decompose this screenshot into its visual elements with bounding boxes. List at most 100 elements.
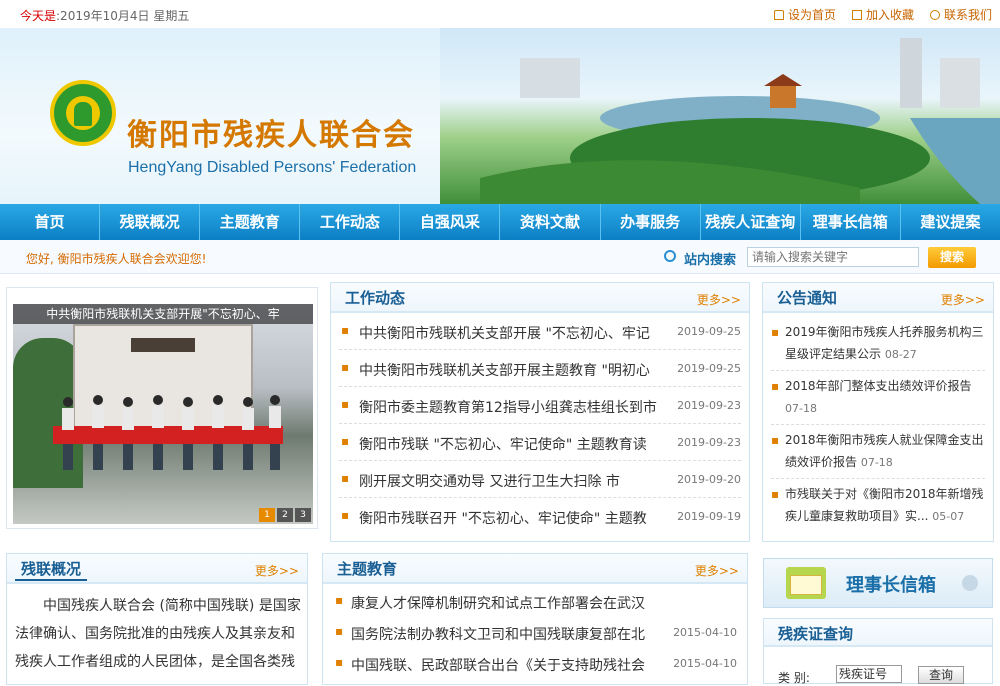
cert-type-label: 类 别: <box>778 671 810 685</box>
notice-title-line1[interactable]: 2019年衡阳市残疾人托养服务机构三 <box>785 325 984 339</box>
nav-work-news[interactable]: 工作动态 <box>300 204 401 240</box>
cert-type-select[interactable]: 残疾证号 <box>836 665 902 683</box>
slide-photo[interactable] <box>13 304 313 524</box>
list-item[interactable]: ▪ 中共衡阳市残联机关支部开展 "不忘初心、牢记 2019-09-25 <box>339 313 741 350</box>
nav-cert-query[interactable]: 残疾人证查询 <box>701 204 801 240</box>
cert-query-button[interactable]: 查询 <box>918 666 964 684</box>
nav-suggestions[interactable]: 建议提案 <box>901 204 1000 240</box>
add-favorite-label: 加入收藏 <box>865 8 914 22</box>
search-button[interactable]: 搜索 <box>928 247 976 268</box>
news-slideshow[interactable]: 中共衡阳市残联机关支部开展"不忘初心、牢 1 2 3 <box>6 287 318 529</box>
nav-home[interactable]: 首页 <box>0 204 101 240</box>
overview-text: 中国残疾人联合会 (简称中国残联) 是国家 法律确认、国务院批准的由残疾人及其亲… <box>7 584 307 676</box>
news-title[interactable]: 衡阳市残联 "不忘初心、牢记使命" 主题教育读 <box>359 434 659 454</box>
news-title[interactable]: 衡阳市委主题教育第12指导小组龚志桂组长到市 <box>359 397 659 417</box>
news-title[interactable]: 中共衡阳市残联机关支部开展 "不忘初心、牢记 <box>359 323 659 343</box>
nav-theme-education[interactable]: 主题教育 <box>200 204 301 240</box>
notice-title-line2[interactable]: 绩效评价报告 <box>785 455 857 469</box>
bullet-icon: ▪ <box>771 487 780 501</box>
list-item[interactable]: ▪ 中共衡阳市残联机关支部开展主题教育 "明初心 2019-09-25 <box>339 350 741 387</box>
overview-more-link[interactable]: 更多>> <box>255 562 299 579</box>
notice-date: 08-27 <box>884 348 917 361</box>
add-favorite-link[interactable]: 加入收藏 <box>851 6 914 23</box>
list-item[interactable]: ▪ 刚开展文明交通劝导 又进行卫生大扫除 市 2019-09-20 <box>339 461 741 498</box>
list-item[interactable]: ▪ 2018年部门整体支出绩效评价报告 07-18 <box>771 371 985 425</box>
news-title[interactable]: 刚开展文明交通劝导 又进行卫生大扫除 市 <box>359 471 659 491</box>
theme-title[interactable]: 中国残联、民政部联合出台《关于支持助残社会 <box>351 655 651 675</box>
news-title[interactable]: 衡阳市残联召开 "不忘初心、牢记使命" 主题教 <box>359 508 659 528</box>
date-label: 今天是 <box>20 9 57 23</box>
site-title-cn: 衡阳市残疾人联合会 <box>127 118 415 153</box>
set-homepage-label: 设为首页 <box>787 8 836 22</box>
work-news-panel: 工作动态 更多>> ▪ 中共衡阳市残联机关支部开展 "不忘初心、牢记 2019-09… <box>330 282 750 542</box>
slide-caption[interactable]: 中共衡阳市残联机关支部开展"不忘初心、牢 <box>13 304 313 324</box>
contact-us-label: 联系我们 <box>943 8 992 22</box>
director-mailbox-label: 理事长信箱 <box>846 575 936 596</box>
overview-panel: 残联概况 更多>> 中国残疾人联合会 (简称中国残联) 是国家 法律确认、国务院… <box>6 553 308 685</box>
people-group-drawing <box>62 395 281 470</box>
theme-date: 2015-04-10 <box>673 626 737 639</box>
list-item[interactable]: ▪ 衡阳市残联 "不忘初心、牢记使命" 主题教育读 2019-09-23 <box>339 424 741 461</box>
theme-title[interactable]: 康复人才保障机制研究和试点工作部署会在武汉 <box>351 593 651 613</box>
list-item[interactable]: ▪ 国务院法制办教科文卫司和中国残联康复部在北 2015-04-10 <box>333 617 737 648</box>
search-label: 站内搜索 <box>664 249 736 268</box>
news-title[interactable]: 中共衡阳市残联机关支部开展主题教育 "明初心 <box>359 360 659 380</box>
nav-self-improvement[interactable]: 自强风采 <box>400 204 501 240</box>
list-item[interactable]: ▪ 2018年衡阳市残疾人就业保障金支出 绩效评价报告 07-18 <box>771 425 985 479</box>
bullet-icon: ▪ <box>771 433 780 447</box>
set-homepage-link[interactable]: 设为首页 <box>773 6 836 23</box>
overview-title: 残联概况 <box>15 558 88 581</box>
home-icon <box>773 10 784 20</box>
notice-title-line2[interactable]: 疾儿童康复救助项目》实... <box>785 509 928 523</box>
nav-director-mailbox[interactable]: 理事长信箱 <box>801 204 901 240</box>
work-news-more-link[interactable]: 更多>> <box>697 291 741 308</box>
bullet-icon: ▪ <box>341 360 350 374</box>
list-item[interactable]: ▪ 衡阳市委主题教育第12指导小组龚志桂组长到市 2019-09-23 <box>339 387 741 424</box>
search-input[interactable] <box>747 247 919 267</box>
theme-education-more-link[interactable]: 更多>> <box>695 562 739 579</box>
slide-page-1[interactable]: 1 <box>259 508 275 522</box>
city-panorama-image <box>440 28 1000 204</box>
theme-title[interactable]: 国务院法制办教科文卫司和中国残联康复部在北 <box>351 624 651 644</box>
notice-title-line1[interactable]: 市残联关于对《衡阳市2018年新增残 <box>785 487 984 501</box>
welcome-text: 您好, 衡阳市残疾人联合会欢迎您! <box>26 252 207 266</box>
bullet-icon: ▪ <box>341 434 350 448</box>
cert-query-header: 残疾证查询 <box>764 619 992 647</box>
top-links: 设为首页 加入收藏 联系我们 <box>773 6 992 23</box>
bookmark-icon <box>851 10 862 20</box>
bullet-icon: ▪ <box>335 624 344 638</box>
notice-title-line2[interactable]: 星级评定结果公示 <box>785 347 881 361</box>
bullet-icon: ▪ <box>341 397 350 411</box>
notice-title-line1[interactable]: 2018年衡阳市残疾人就业保障金支出 <box>785 433 984 447</box>
nav-documents[interactable]: 资料文献 <box>500 204 601 240</box>
notice-title-line1[interactable]: 2018年部门整体支出绩效评价报告 <box>785 379 972 393</box>
list-item[interactable]: ▪ 2019年衡阳市残疾人托养服务机构三 星级评定结果公示 08-27 <box>771 317 985 371</box>
bullet-icon: ▪ <box>341 323 350 337</box>
list-item[interactable]: ▪ 中国残联、民政部联合出台《关于支持助残社会 2015-04-10 <box>333 648 737 679</box>
notice-date: 05-07 <box>932 510 965 523</box>
list-item[interactable]: ▪ 市残联关于对《衡阳市2018年新增残 疾儿童康复救助项目》实... 05-07 <box>771 479 985 533</box>
federation-logo[interactable] <box>50 80 116 146</box>
list-item[interactable]: ▪ 康复人才保障机制研究和试点工作部署会在武汉 <box>333 586 737 617</box>
slide-page-2[interactable]: 2 <box>277 508 293 522</box>
notice-date: 07-18 <box>785 402 817 415</box>
nav-services[interactable]: 办事服务 <box>601 204 701 240</box>
list-item[interactable]: ▪ 衡阳市残联召开 "不忘初心、牢记使命" 主题教 2019-09-19 <box>339 498 741 535</box>
work-news-header: 工作动态 更多>> <box>331 283 749 313</box>
notice-more-link[interactable]: 更多>> <box>941 291 985 308</box>
work-news-list: ▪ 中共衡阳市残联机关支部开展 "不忘初心、牢记 2019-09-25 ▪ 中共衡阳市… <box>331 313 749 535</box>
nav-overview[interactable]: 残联概况 <box>100 204 201 240</box>
notice-list: ▪ 2019年衡阳市残疾人托养服务机构三 星级评定结果公示 08-27 ▪ 2018年… <box>763 313 993 533</box>
overview-line: 残疾人工作者组成的人民团体，是全国各类残 <box>15 654 295 670</box>
header-banner: 衡阳市残疾人联合会 HengYang Disabled Persons' Fed… <box>0 28 1000 204</box>
slide-page-3[interactable]: 3 <box>295 508 311 522</box>
news-date: 2019-09-19 <box>677 510 741 523</box>
notice-panel: 公告通知 更多>> ▪ 2019年衡阳市残疾人托养服务机构三 星级评定结果公示 08… <box>762 282 994 542</box>
contact-icon <box>929 10 940 20</box>
cert-query-panel: 残疾证查询 类 别: 残疾证号 查询 <box>763 618 993 685</box>
contact-us-link[interactable]: 联系我们 <box>929 6 992 23</box>
search-bar: 您好, 衡阳市残疾人联合会欢迎您! 站内搜索 搜索 <box>0 240 1000 274</box>
director-mailbox-button[interactable]: 理事长信箱 <box>763 558 993 608</box>
theme-education-title: 主题教育 <box>337 560 398 578</box>
cert-type-value: 残疾证号 <box>839 667 888 681</box>
